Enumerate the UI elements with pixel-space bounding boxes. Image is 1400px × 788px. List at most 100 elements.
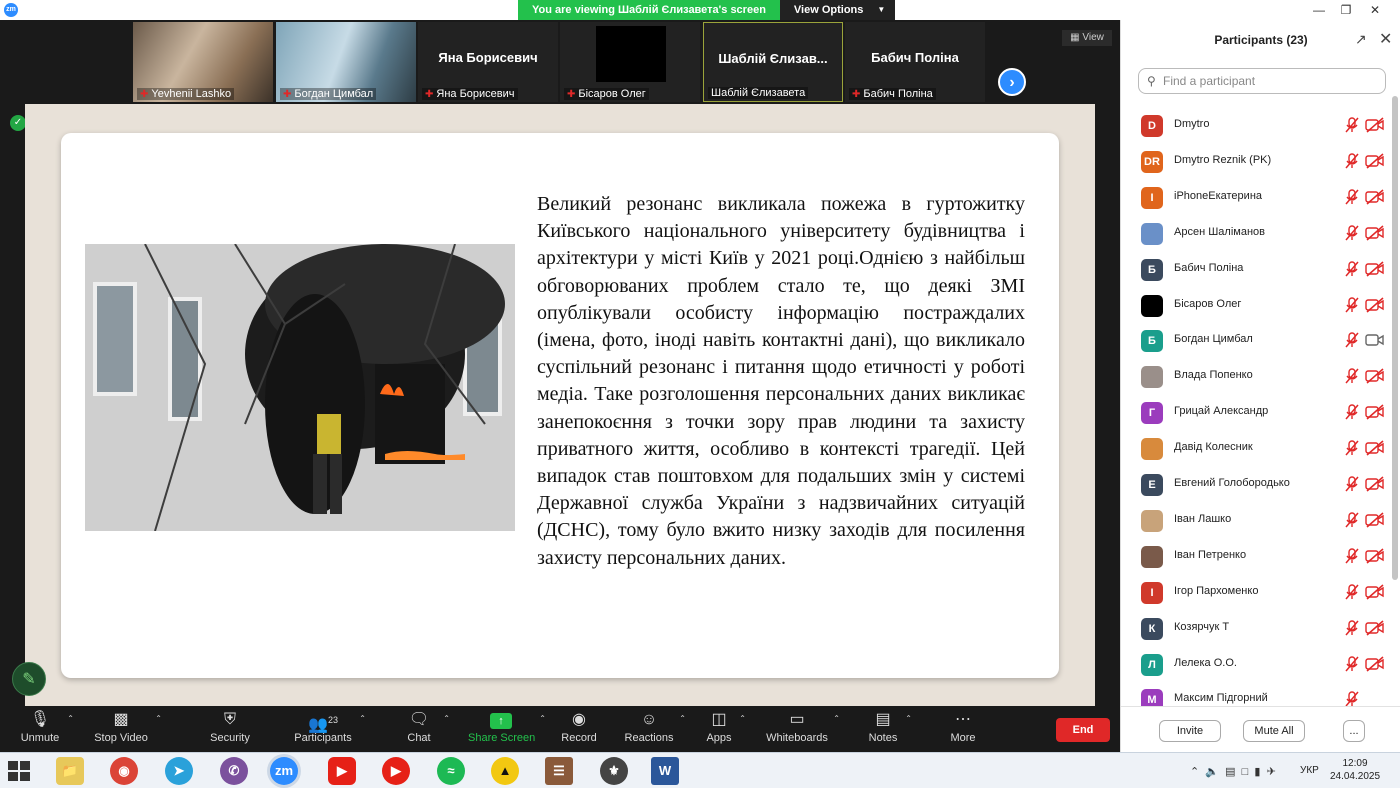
record-button[interactable]: ◉ Record: [560, 706, 598, 752]
participant-row[interactable]: IiPhoneЕкатерина: [1121, 179, 1391, 215]
share-screen-button[interactable]: ↑ Share Screen ⌃: [468, 706, 546, 752]
more-button[interactable]: ⋯ More: [946, 706, 980, 752]
video-on-icon[interactable]: [1365, 332, 1385, 348]
participant-row[interactable]: D Dmytro: [1121, 107, 1391, 143]
video-tile[interactable]: ✚ Бісаров Олег: [560, 22, 700, 102]
search-participant-input[interactable]: ⚲ Find a participant: [1138, 68, 1386, 94]
video-off-icon[interactable]: [1365, 584, 1385, 600]
caret-up-icon[interactable]: ⌃: [155, 714, 162, 723]
video-off-icon[interactable]: [1365, 440, 1385, 456]
restore-button[interactable]: ❐: [1333, 0, 1359, 20]
video-off-icon[interactable]: [1365, 620, 1385, 636]
app-triangle-icon[interactable]: ▲: [491, 757, 519, 785]
participant-row[interactable]: Влада Попенко: [1121, 358, 1391, 394]
participant-row[interactable]: Давід Колесник: [1121, 430, 1391, 466]
mic-muted-icon[interactable]: [1343, 583, 1361, 601]
video-off-icon[interactable]: [1365, 655, 1385, 672]
participant-row[interactable]: К Козярчук Т: [1121, 610, 1391, 646]
caret-up-icon[interactable]: ⌃: [679, 714, 686, 723]
mic-muted-icon[interactable]: [1343, 475, 1361, 493]
video-tile-active-speaker[interactable]: Шаблій Єлизав... Шаблій Єлизавета: [703, 22, 843, 102]
mic-muted-icon[interactable]: [1343, 188, 1361, 206]
close-icon[interactable]: ✕: [1379, 29, 1392, 49]
video-off-icon[interactable]: [1365, 189, 1385, 205]
video-off-icon[interactable]: [1365, 225, 1385, 241]
books-icon[interactable]: ☰: [545, 757, 573, 785]
mic-muted-icon[interactable]: [1343, 260, 1361, 278]
participant-row[interactable]: DR Dmytro Reznik (PK): [1121, 143, 1391, 179]
mic-muted-icon[interactable]: [1343, 547, 1361, 565]
video-off-icon[interactable]: [1365, 368, 1385, 384]
reactions-button[interactable]: ☺ Reactions ⌃: [624, 706, 686, 752]
spotify-icon[interactable]: ≈: [437, 757, 465, 785]
app-emblem-icon[interactable]: ⚜: [600, 757, 628, 785]
participant-row[interactable]: Бісаров Олег: [1121, 287, 1391, 323]
mute-all-button[interactable]: Mute All: [1243, 720, 1305, 742]
participant-row[interactable]: Арсен Шаліманов: [1121, 215, 1391, 251]
participant-row[interactable]: Е Евгений Голобородько: [1121, 466, 1391, 502]
video-off-icon[interactable]: [1365, 548, 1385, 564]
video-off-icon[interactable]: [1365, 512, 1385, 528]
viber-icon[interactable]: ✆: [220, 757, 248, 785]
mic-muted-icon[interactable]: [1343, 511, 1361, 529]
caret-up-icon[interactable]: ⌃: [739, 714, 746, 723]
minimize-button[interactable]: —: [1306, 0, 1332, 20]
mic-muted-icon[interactable]: [1343, 331, 1361, 349]
zoom-taskbar-icon[interactable]: zm: [270, 757, 298, 785]
invite-button[interactable]: Invite: [1159, 720, 1221, 742]
stop-video-button[interactable]: ▩ Stop Video ⌃: [92, 706, 162, 752]
video-tile[interactable]: Яна Борисевич ✚ Яна Борисевич: [418, 22, 558, 102]
mic-muted-icon[interactable]: [1343, 439, 1361, 457]
caret-up-icon[interactable]: ⌃: [833, 714, 840, 723]
encryption-shield-icon[interactable]: ✓: [10, 115, 26, 131]
word-icon[interactable]: W: [651, 757, 679, 785]
participant-row[interactable]: Г Грицай Александр: [1121, 394, 1391, 430]
mic-muted-icon[interactable]: [1343, 403, 1361, 421]
video-off-icon[interactable]: [1365, 296, 1385, 313]
participant-row[interactable]: М Максим Підгорний: [1121, 681, 1391, 706]
no-video-icon[interactable]: [1365, 691, 1385, 706]
unmute-button[interactable]: 🎙 Unmute ⌃: [18, 706, 74, 752]
participant-row[interactable]: Л Лелека О.О.: [1121, 646, 1391, 682]
mic-muted-icon[interactable]: [1343, 690, 1361, 706]
view-button[interactable]: ▦ View: [1062, 30, 1112, 46]
video-tile[interactable]: Бабич Поліна ✚ Бабич Поліна: [845, 22, 985, 102]
youtube-icon[interactable]: ▶: [328, 757, 356, 785]
system-tray-icons[interactable]: ⌃ 🔈 ▤ □ ▮ ✈: [1190, 765, 1276, 778]
participant-row[interactable]: Б Богдан Цимбал: [1121, 322, 1391, 358]
video-off-icon[interactable]: [1365, 476, 1385, 492]
participant-list-scrollbar[interactable]: [1392, 96, 1398, 580]
apps-button[interactable]: ◫ Apps ⌃: [704, 706, 746, 752]
notes-button[interactable]: ▤ Notes ⌃: [866, 706, 912, 752]
whiteboards-button[interactable]: ▭ Whiteboards ⌃: [766, 706, 840, 752]
file-explorer-icon[interactable]: 📁: [56, 757, 84, 785]
video-off-icon[interactable]: [1365, 153, 1385, 169]
security-button[interactable]: ⛨ Security: [208, 706, 252, 752]
view-options-button[interactable]: View Options ▼: [779, 0, 896, 20]
video-off-icon[interactable]: [1365, 404, 1385, 420]
close-window-button[interactable]: ✕: [1362, 0, 1388, 20]
language-indicator[interactable]: УКР: [1300, 765, 1319, 776]
mic-muted-icon[interactable]: [1343, 224, 1361, 242]
end-meeting-button[interactable]: End: [1056, 718, 1110, 742]
mic-muted-icon[interactable]: [1343, 152, 1361, 170]
popout-icon[interactable]: ↗: [1355, 31, 1367, 48]
clock[interactable]: 12:09 24.04.2025: [1326, 757, 1384, 783]
video-off-icon[interactable]: [1365, 117, 1385, 133]
participant-row[interactable]: І Ігор Пархоменко: [1121, 574, 1391, 610]
windows-start-icon[interactable]: [8, 761, 30, 781]
video-tile[interactable]: ✚ Богдан Цимбал: [276, 22, 416, 102]
mic-muted-icon[interactable]: [1343, 619, 1361, 637]
caret-up-icon[interactable]: ⌃: [359, 714, 366, 723]
video-off-icon[interactable]: [1365, 261, 1385, 277]
more-options-button[interactable]: ...: [1343, 720, 1365, 742]
youtube-music-icon[interactable]: ▶: [382, 757, 410, 785]
caret-up-icon[interactable]: ⌃: [443, 714, 450, 723]
mic-muted-icon[interactable]: [1343, 116, 1361, 134]
participant-row[interactable]: Б Бабич Поліна: [1121, 251, 1391, 287]
caret-up-icon[interactable]: ⌃: [539, 714, 546, 723]
participants-button[interactable]: 👥23 Participants ⌃: [292, 706, 366, 752]
chat-button[interactable]: 🗨 Chat ⌃: [400, 706, 450, 752]
telegram-icon[interactable]: ➤: [165, 757, 193, 785]
pen-annotate-icon[interactable]: ✎: [12, 662, 46, 696]
